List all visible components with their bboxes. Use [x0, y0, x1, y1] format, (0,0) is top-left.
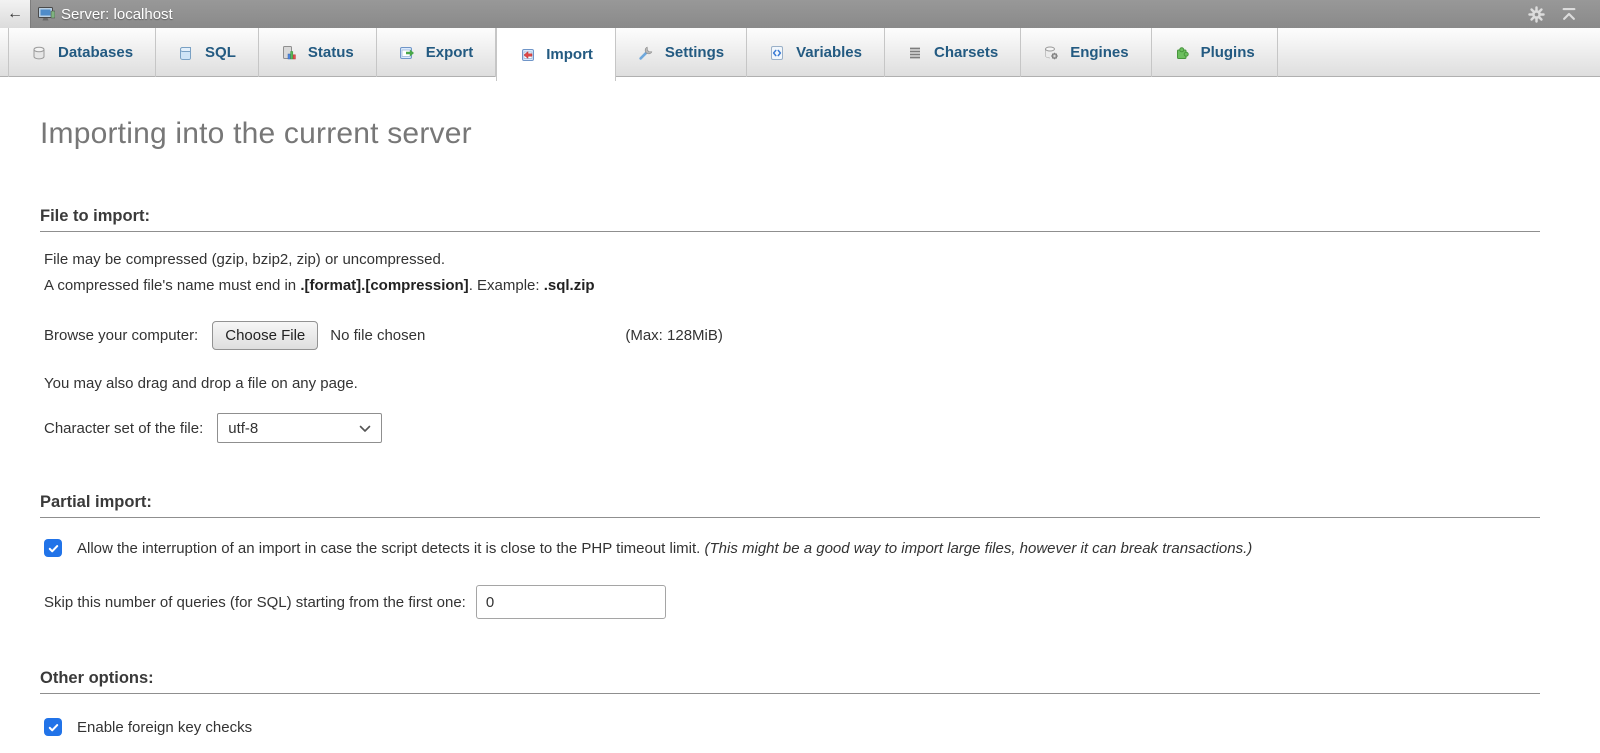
sql-icon	[178, 45, 194, 61]
back-button[interactable]: ←	[0, 0, 31, 28]
titlebar: ← Server: localhost	[0, 0, 1600, 28]
tab-variables-label: Variables	[796, 44, 862, 61]
tab-databases[interactable]: Databases	[8, 28, 157, 77]
status-icon	[281, 45, 297, 61]
no-file-chosen-text: No file chosen	[330, 327, 426, 344]
databases-icon	[31, 45, 47, 61]
server-monitor-icon	[38, 6, 55, 22]
skip-queries-row: Skip this number of queries (for SQL) st…	[40, 585, 1540, 619]
compression-note-line2: A compressed file's name must end in .[f…	[44, 273, 1540, 299]
choose-file-button[interactable]: Choose File	[212, 321, 319, 350]
other-options-heading: Other options:	[40, 669, 1540, 694]
browse-label: Browse your computer:	[44, 327, 199, 344]
tab-settings-label: Settings	[664, 44, 725, 61]
skip-queries-input[interactable]	[475, 585, 666, 619]
drag-drop-note: You may also drag and drop a file on any…	[44, 375, 358, 392]
plugins-puzzle-icon	[1174, 45, 1190, 61]
tab-variables[interactable]: Variables	[747, 28, 885, 77]
titlebar-actions	[1527, 0, 1578, 28]
sql-zip-example: .sql.zip	[543, 277, 595, 294]
collapse-to-top-icon[interactable]	[1560, 6, 1578, 22]
variables-icon	[769, 45, 785, 61]
foreign-key-checks-label: Enable foreign key checks	[77, 718, 253, 736]
import-page-content: Importing into the current server File t…	[0, 117, 1600, 736]
settings-wrench-icon	[638, 45, 654, 61]
export-icon	[399, 45, 415, 61]
charset-select[interactable]: utf-8	[217, 413, 383, 443]
max-upload-size: (Max: 128MiB)	[625, 327, 723, 344]
skip-queries-label: Skip this number of queries (for SQL) st…	[44, 593, 466, 611]
interrupt-note-italic: (This might be a good way to import larg…	[704, 539, 1253, 557]
interrupt-label-text: Allow the interruption of an import in c…	[77, 539, 701, 557]
format-compression-example: .[format].[compression]	[300, 277, 469, 294]
note-prefix: A compressed file's name must end in	[44, 277, 301, 294]
partial-import-heading: Partial import:	[40, 493, 1540, 518]
tab-plugins-label: Plugins	[1200, 44, 1255, 61]
interrupt-checkbox-row: Allow the interruption of an import in c…	[40, 539, 1540, 557]
tab-charsets[interactable]: Charsets	[885, 28, 1022, 77]
chevron-down-icon	[359, 420, 371, 437]
tab-charsets-label: Charsets	[934, 44, 999, 61]
file-to-import-heading: File to import:	[40, 207, 1540, 232]
tab-status[interactable]: Status	[259, 28, 377, 77]
charset-selected-value: utf-8	[228, 419, 259, 437]
tab-sql-label: SQL	[205, 44, 236, 61]
main-nav-tabbar: Databases SQL Status Export Import Setti…	[0, 28, 1600, 81]
allow-interrupt-checkbox[interactable]	[44, 539, 62, 557]
tab-sql[interactable]: SQL	[156, 28, 259, 77]
foreign-key-checks-checkbox[interactable]	[44, 718, 62, 736]
tab-status-label: Status	[307, 44, 354, 61]
tab-databases-label: Databases	[58, 44, 134, 61]
page-settings-gear-icon[interactable]	[1527, 5, 1546, 24]
import-icon	[519, 47, 535, 63]
compression-note-line1: File may be compressed (gzip, bzip2, zip…	[44, 251, 446, 268]
tab-engines[interactable]: Engines	[1021, 28, 1152, 77]
note-mid: . Example:	[468, 277, 544, 294]
page-title: Importing into the current server	[40, 117, 472, 150]
tab-plugins[interactable]: Plugins	[1152, 28, 1278, 77]
charsets-icon	[907, 45, 923, 61]
charset-label: Character set of the file:	[44, 419, 204, 437]
tab-export-label: Export	[425, 44, 474, 61]
back-arrow-icon: ←	[7, 5, 23, 22]
tab-import[interactable]: Import	[496, 28, 616, 81]
server-label: Server: localhost	[61, 5, 173, 23]
tab-settings[interactable]: Settings	[616, 28, 748, 77]
tab-import-label: Import	[546, 46, 593, 63]
charset-row: Character set of the file: utf-8	[40, 413, 1540, 443]
foreign-key-checkbox-row: Enable foreign key checks	[40, 718, 1540, 736]
browse-file-row: Browse your computer: Choose File No fil…	[40, 321, 1540, 350]
engines-icon	[1043, 45, 1059, 61]
tab-export[interactable]: Export	[377, 28, 497, 77]
compression-note: File may be compressed (gzip, bzip2, zip…	[40, 247, 1540, 299]
interrupt-checkbox-label: Allow the interruption of an import in c…	[77, 540, 1252, 557]
tab-engines-label: Engines	[1070, 44, 1129, 61]
